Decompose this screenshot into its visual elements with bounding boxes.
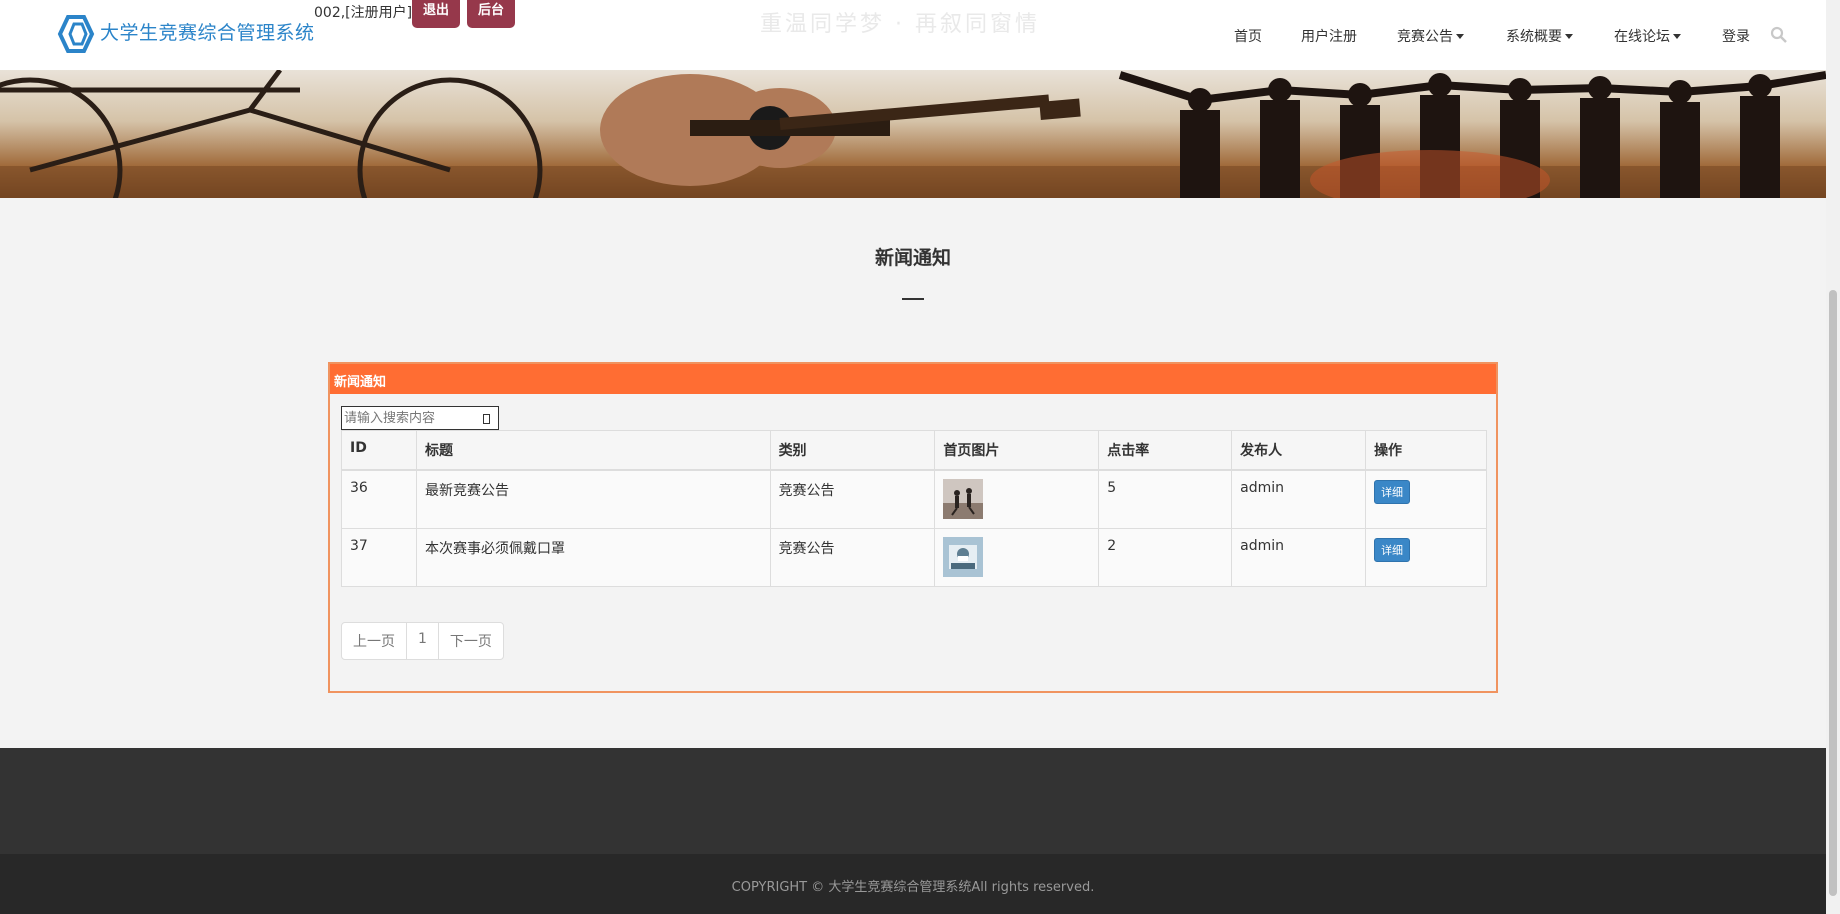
- nav-login[interactable]: 登录: [1722, 26, 1750, 46]
- cell-title: 最新竞赛公告: [415, 469, 771, 529]
- footer-upper: [0, 748, 1826, 854]
- column-header-category[interactable]: 类别: [769, 430, 936, 471]
- page-number-button[interactable]: 1: [407, 623, 439, 659]
- news-table: ID 标题 类别 首页图片 点击率 发布人 操作 36 最新竞赛公告 竞赛公告: [341, 430, 1487, 587]
- prev-page-button[interactable]: 上一页: [342, 623, 407, 659]
- search-input[interactable]: [342, 407, 482, 430]
- column-header-clicks[interactable]: 点击率: [1098, 430, 1233, 471]
- table-row: 37 本次赛事必须佩戴口罩 竞赛公告 2 admin 详细: [341, 528, 1487, 587]
- thumbnail-people-running-icon[interactable]: [943, 479, 984, 519]
- news-panel: 新闻通知 ID 标题 类别 首页图片 点击率 发布人 操作 36 最新竞赛公告: [328, 362, 1498, 693]
- column-header-image[interactable]: 首页图片: [934, 430, 1100, 471]
- search-icon[interactable]: [1770, 26, 1788, 44]
- cell-publisher: admin: [1231, 469, 1367, 529]
- column-header-title[interactable]: 标题: [415, 430, 771, 471]
- column-header-action: 操作: [1365, 430, 1487, 471]
- cell-image: [934, 528, 1100, 587]
- search-field[interactable]: [341, 406, 499, 430]
- cell-clicks: 5: [1098, 469, 1233, 529]
- logo-icon: [57, 15, 95, 53]
- page-title: 新闻通知: [874, 247, 951, 269]
- cell-id: 37: [341, 528, 417, 587]
- panel-title: 新闻通知: [330, 364, 1496, 394]
- banner-slogan: 重温同学梦 · 再叙同窗情: [760, 12, 1040, 37]
- cell-category: 竞赛公告: [769, 528, 936, 587]
- search-box-icon[interactable]: [483, 414, 490, 424]
- title-divider: [902, 298, 924, 300]
- banner-illustration: [0, 70, 1826, 198]
- page-scrollbar[interactable]: [1826, 0, 1840, 914]
- cell-title: 本次赛事必须佩戴口罩: [415, 528, 771, 587]
- logout-button[interactable]: 退出: [412, 0, 460, 28]
- nav-register[interactable]: 用户注册: [1301, 26, 1357, 46]
- hero-banner: [0, 70, 1826, 198]
- top-header: 大学生竞赛综合管理系统 002,[注册用户] 退出 后台 重温同学梦 · 再叙同…: [0, 0, 1826, 70]
- nav-forum[interactable]: 在线论坛: [1614, 26, 1681, 46]
- table-row: 36 最新竞赛公告 竞赛公告 5 admin 详细: [341, 469, 1487, 529]
- thumbnail-masked-person-icon[interactable]: [943, 537, 984, 577]
- next-page-button[interactable]: 下一页: [439, 623, 503, 659]
- user-info: 002,[注册用户]: [314, 5, 413, 21]
- scrollbar-thumb[interactable]: [1829, 290, 1837, 896]
- nav-competition-notice[interactable]: 竞赛公告: [1397, 26, 1464, 46]
- detail-button[interactable]: 详细: [1374, 538, 1411, 562]
- table-header-row: ID 标题 类别 首页图片 点击率 发布人 操作: [341, 430, 1487, 471]
- cell-action: 详细: [1365, 469, 1487, 529]
- cell-publisher: admin: [1231, 528, 1367, 587]
- brand-name[interactable]: 大学生竞赛综合管理系统: [100, 18, 315, 45]
- detail-button[interactable]: 详细: [1374, 480, 1411, 504]
- cell-id: 36: [341, 469, 417, 529]
- caret-down-icon: [1456, 34, 1464, 39]
- copyright-text: COPYRIGHT © 大学生竞赛综合管理系统All rights reserv…: [731, 880, 1095, 895]
- caret-down-icon: [1565, 34, 1573, 39]
- cell-image: [934, 469, 1100, 529]
- admin-button[interactable]: 后台: [467, 0, 515, 28]
- column-header-publisher[interactable]: 发布人: [1231, 430, 1367, 471]
- cell-action: 详细: [1365, 528, 1487, 587]
- nav-home[interactable]: 首页: [1234, 26, 1262, 46]
- caret-down-icon: [1673, 34, 1681, 39]
- cell-clicks: 2: [1098, 528, 1233, 587]
- column-header-id[interactable]: ID: [341, 430, 417, 471]
- nav-system-overview[interactable]: 系统概要: [1506, 26, 1573, 46]
- cell-category: 竞赛公告: [769, 469, 936, 529]
- pagination: 上一页 1 下一页: [341, 622, 504, 660]
